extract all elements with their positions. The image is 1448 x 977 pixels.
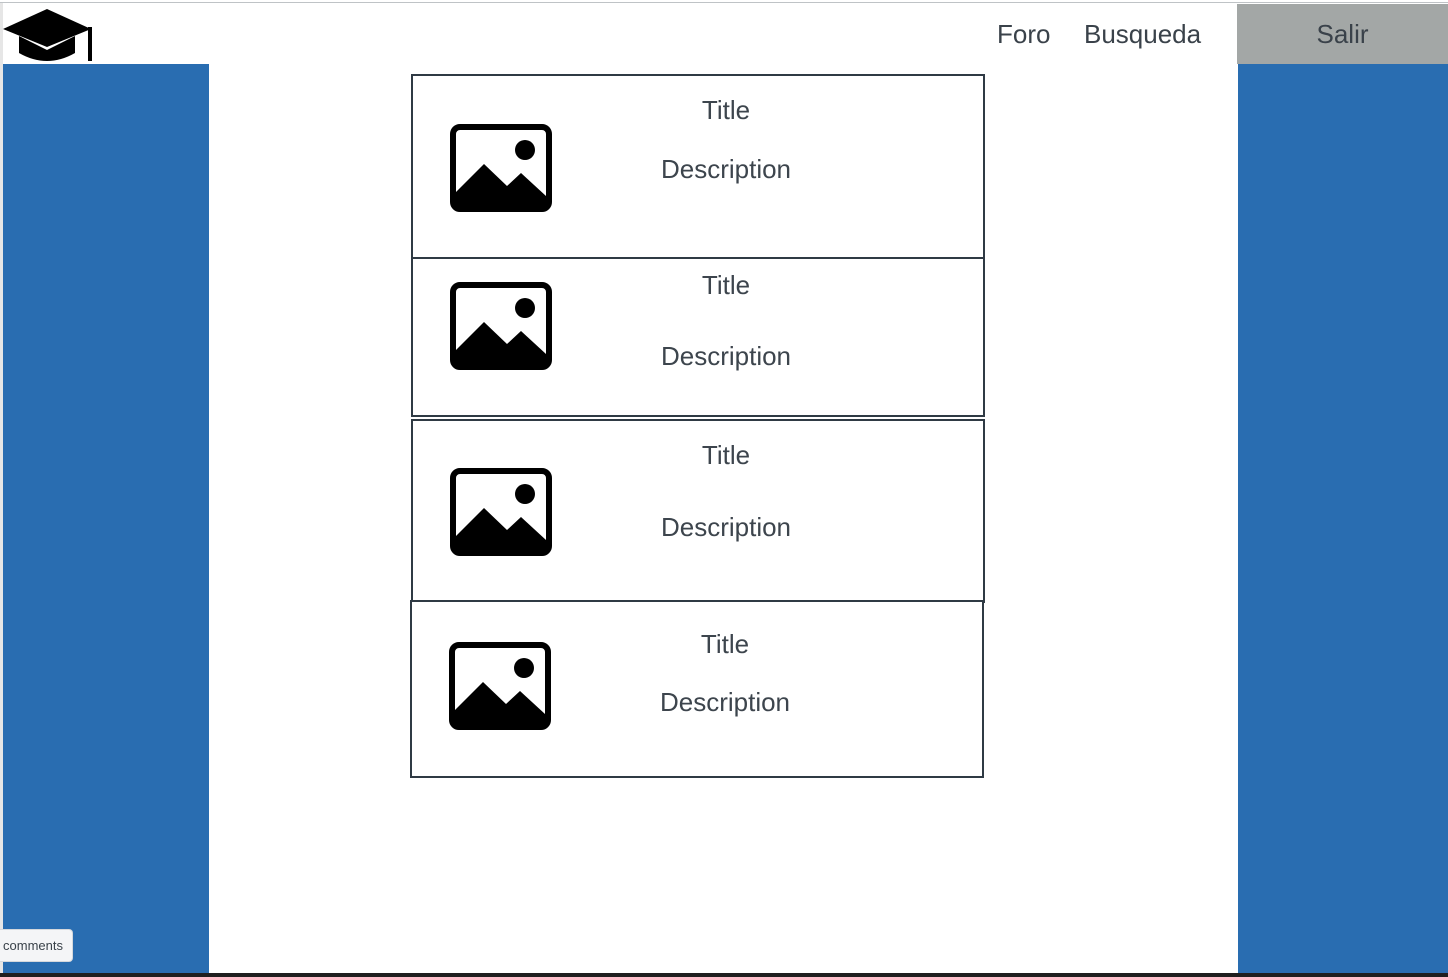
page: Foro Busqueda Salir Title Description Ti…	[0, 0, 1448, 977]
comments-tab-label: comments	[3, 938, 63, 953]
card-description: Description	[660, 341, 792, 371]
nav-link-busqueda[interactable]: Busqueda	[1084, 18, 1201, 50]
list-item[interactable]: Title Description	[410, 600, 984, 778]
logout-button[interactable]: Salir	[1237, 4, 1448, 64]
nav-link-foro[interactable]: Foro	[997, 18, 1050, 50]
card-description: Description	[660, 154, 792, 184]
card-title: Title	[701, 440, 751, 470]
card-title: Title	[701, 270, 751, 300]
top-divider	[0, 2, 1448, 3]
bottom-bar	[0, 973, 1448, 977]
list-item[interactable]: Title Description	[411, 257, 985, 417]
card-description: Description	[660, 512, 792, 542]
card-title: Title	[701, 95, 751, 125]
left-sidebar	[3, 64, 209, 973]
card-description: Description	[659, 687, 791, 717]
right-sidebar	[1238, 64, 1448, 973]
list-item[interactable]: Title Description	[411, 74, 985, 259]
list-item[interactable]: Title Description	[411, 419, 985, 603]
card-title: Title	[700, 629, 750, 659]
comments-tab[interactable]: comments	[0, 929, 73, 962]
graduation-cap-icon[interactable]	[3, 3, 95, 63]
